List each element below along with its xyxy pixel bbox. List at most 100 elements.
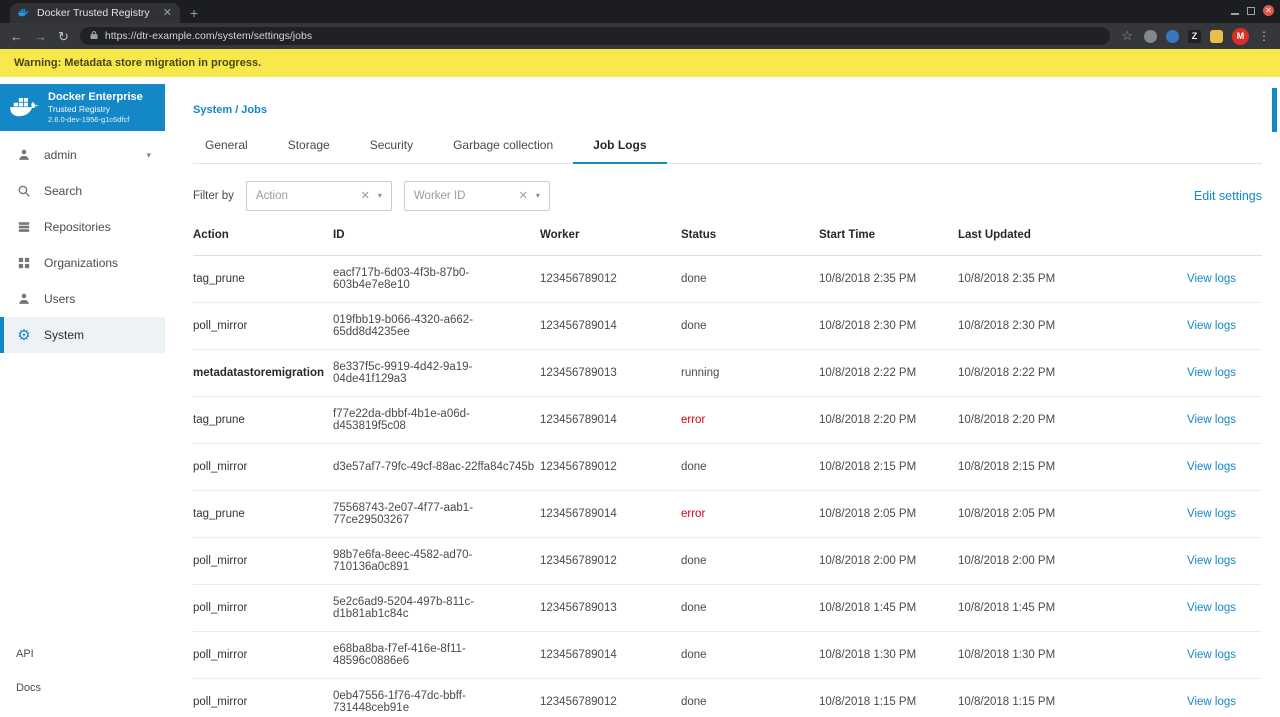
cell-worker: 123456789014 — [540, 320, 617, 332]
sidebar-item-organizations[interactable]: Organizations — [0, 245, 165, 281]
status-badge: done — [681, 649, 707, 661]
cell-last-updated: 10/8/2018 1:15 PM — [958, 696, 1056, 708]
column-header: Last Updated — [958, 229, 1031, 241]
worker-filter-select[interactable]: Worker ID ✕ ▾ — [403, 181, 550, 211]
cell-start-time: 10/8/2018 2:20 PM — [819, 414, 917, 426]
status-badge: done — [681, 555, 707, 567]
tab-close-icon[interactable]: ✕ — [163, 7, 172, 19]
view-logs-link[interactable]: View logs — [1176, 414, 1262, 426]
repositories-icon — [16, 219, 32, 235]
sidebar-item-repositories[interactable]: Repositories — [0, 209, 165, 245]
cell-worker: 123456789012 — [540, 696, 617, 708]
sidebar-item-label: Repositories — [44, 220, 111, 234]
extension-z-icon[interactable]: Z — [1188, 29, 1201, 43]
view-logs-link[interactable]: View logs — [1176, 696, 1262, 708]
filter-label: Filter by — [193, 190, 234, 202]
cell-last-updated: 10/8/2018 2:35 PM — [958, 273, 1056, 285]
column-header: Worker — [540, 229, 580, 241]
view-logs-link[interactable]: View logs — [1176, 649, 1262, 661]
tab-job-logs[interactable]: Job Logs — [573, 138, 667, 164]
tab-general[interactable]: General — [193, 138, 268, 163]
sidebar-item-label: System — [44, 328, 85, 342]
table-row: poll_mirror 019fbb19-b066-4320-a662-65dd8… — [193, 303, 1262, 350]
scrollbar[interactable] — [1272, 88, 1277, 132]
table-row: tag_prune 75568743-2e07-4f77-aab1-77ce295… — [193, 491, 1262, 538]
cell-action: poll_mirror — [193, 555, 248, 567]
table-row: tag_prune eacf717b-6d03-4f3b-87b0-603b4e7… — [193, 256, 1262, 303]
cell-start-time: 10/8/2018 1:45 PM — [819, 602, 917, 614]
cell-action: tag_prune — [193, 508, 245, 520]
cell-action: tag_prune — [193, 414, 245, 426]
action-filter-select[interactable]: Action ✕ ▾ — [245, 181, 392, 211]
table-row: poll_mirror d3e57af7-79fc-49cf-88ac-22ffa… — [193, 444, 1262, 491]
view-logs-link[interactable]: View logs — [1176, 508, 1262, 520]
window-minimize-icon[interactable] — [1231, 7, 1239, 15]
sidebar-item-users[interactable]: Users — [0, 281, 165, 317]
view-logs-link[interactable]: View logs — [1176, 461, 1262, 473]
view-logs-link[interactable]: View logs — [1176, 273, 1262, 285]
view-logs-link[interactable]: View logs — [1176, 555, 1262, 567]
view-logs-link[interactable]: View logs — [1176, 367, 1262, 379]
profile-avatar[interactable]: M — [1232, 27, 1249, 45]
brand-subtitle: Trusted Registry — [48, 104, 111, 115]
bookmark-star-icon[interactable]: ☆ — [1121, 28, 1133, 44]
forward-icon[interactable]: → — [34, 30, 47, 43]
edit-settings-link[interactable]: Edit settings — [1194, 189, 1262, 203]
cell-last-updated: 10/8/2018 1:30 PM — [958, 649, 1056, 661]
url-bar[interactable]: https://dtr-example.com/system/settings/… — [79, 27, 1111, 45]
sidebar-item-docs[interactable]: Docs — [0, 671, 165, 705]
brand-header: Docker Enterprise Trusted Registry 2.6.0… — [0, 84, 165, 131]
brand-title: Docker Enterprise — [48, 90, 143, 103]
warning-banner: Warning: Metadata store migration in pro… — [0, 49, 1280, 77]
breadcrumb[interactable]: System / Jobs — [193, 77, 1262, 116]
view-logs-link[interactable]: View logs — [1176, 602, 1262, 614]
table-body: tag_prune eacf717b-6d03-4f3b-87b0-603b4e7… — [193, 256, 1262, 717]
chevron-down-icon[interactable]: ▾ — [378, 192, 382, 200]
cell-start-time: 10/8/2018 2:35 PM — [819, 273, 917, 285]
sidebar-item-api[interactable]: API — [0, 637, 165, 671]
cell-worker: 123456789014 — [540, 508, 617, 520]
sidebar-item-label: API — [16, 648, 34, 660]
new-tab-button[interactable]: + — [190, 6, 198, 20]
cell-start-time: 10/8/2018 2:22 PM — [819, 367, 917, 379]
action-filter-placeholder: Action — [255, 190, 288, 202]
cell-start-time: 10/8/2018 1:15 PM — [819, 696, 917, 708]
table-row: poll_mirror 0eb47556-1f76-47dc-bbff-73144… — [193, 679, 1262, 717]
reload-icon[interactable]: ↻ — [58, 30, 69, 43]
status-badge: done — [681, 461, 707, 473]
cell-worker: 123456789012 — [540, 273, 617, 285]
cell-start-time: 10/8/2018 2:15 PM — [819, 461, 917, 473]
cell-last-updated: 10/8/2018 2:30 PM — [958, 320, 1056, 332]
sidebar-item-search[interactable]: Search — [0, 173, 165, 209]
clear-icon[interactable]: ✕ — [519, 190, 528, 202]
status-badge: running — [681, 367, 720, 379]
sidebar-item-admin[interactable]: admin ▾ — [0, 137, 165, 173]
table-row: metadatastoremigration 8e337f5c-9919-4d42… — [193, 350, 1262, 397]
cell-id: 8e337f5c-9919-4d42-9a19-04de41f129a3 — [333, 361, 473, 385]
sidebar-item-label: Docs — [16, 682, 42, 694]
table-row: poll_mirror e68ba8ba-f7ef-416e-8f11-48596… — [193, 632, 1262, 679]
extension-icon[interactable] — [1144, 29, 1157, 43]
tab-security[interactable]: Security — [350, 138, 433, 163]
back-icon[interactable]: ← — [10, 30, 23, 43]
table-row: tag_prune f77e22da-dbbf-4b1e-a06d-d453819… — [193, 397, 1262, 444]
search-icon — [16, 183, 32, 199]
extension-icon[interactable] — [1166, 29, 1179, 43]
clear-icon[interactable]: ✕ — [361, 190, 370, 202]
chevron-down-icon[interactable]: ▾ — [536, 192, 540, 200]
cell-action: metadatastoremigration — [193, 367, 325, 379]
browser-tab[interactable]: Docker Trusted Registry ✕ — [10, 3, 180, 23]
tab-garbage-collection[interactable]: Garbage collection — [433, 138, 573, 163]
window-close-icon[interactable]: ✕ — [1263, 5, 1274, 16]
status-badge: done — [681, 320, 707, 332]
tab-storage[interactable]: Storage — [268, 138, 350, 163]
table-header: Action ID Worker Status Start Time Last Updat… — [193, 221, 1262, 256]
sidebar-item-system[interactable]: ⚙ System — [0, 317, 165, 353]
browser-menu-icon[interactable]: ⋮ — [1258, 29, 1270, 43]
cell-worker: 123456789013 — [540, 602, 617, 614]
table-row: poll_mirror 98b7e6fa-8eec-4582-ad70-71013… — [193, 538, 1262, 585]
extension-icon[interactable] — [1210, 29, 1223, 43]
status-badge: error — [681, 414, 706, 426]
view-logs-link[interactable]: View logs — [1176, 320, 1262, 332]
window-maximize-icon[interactable] — [1247, 6, 1255, 15]
